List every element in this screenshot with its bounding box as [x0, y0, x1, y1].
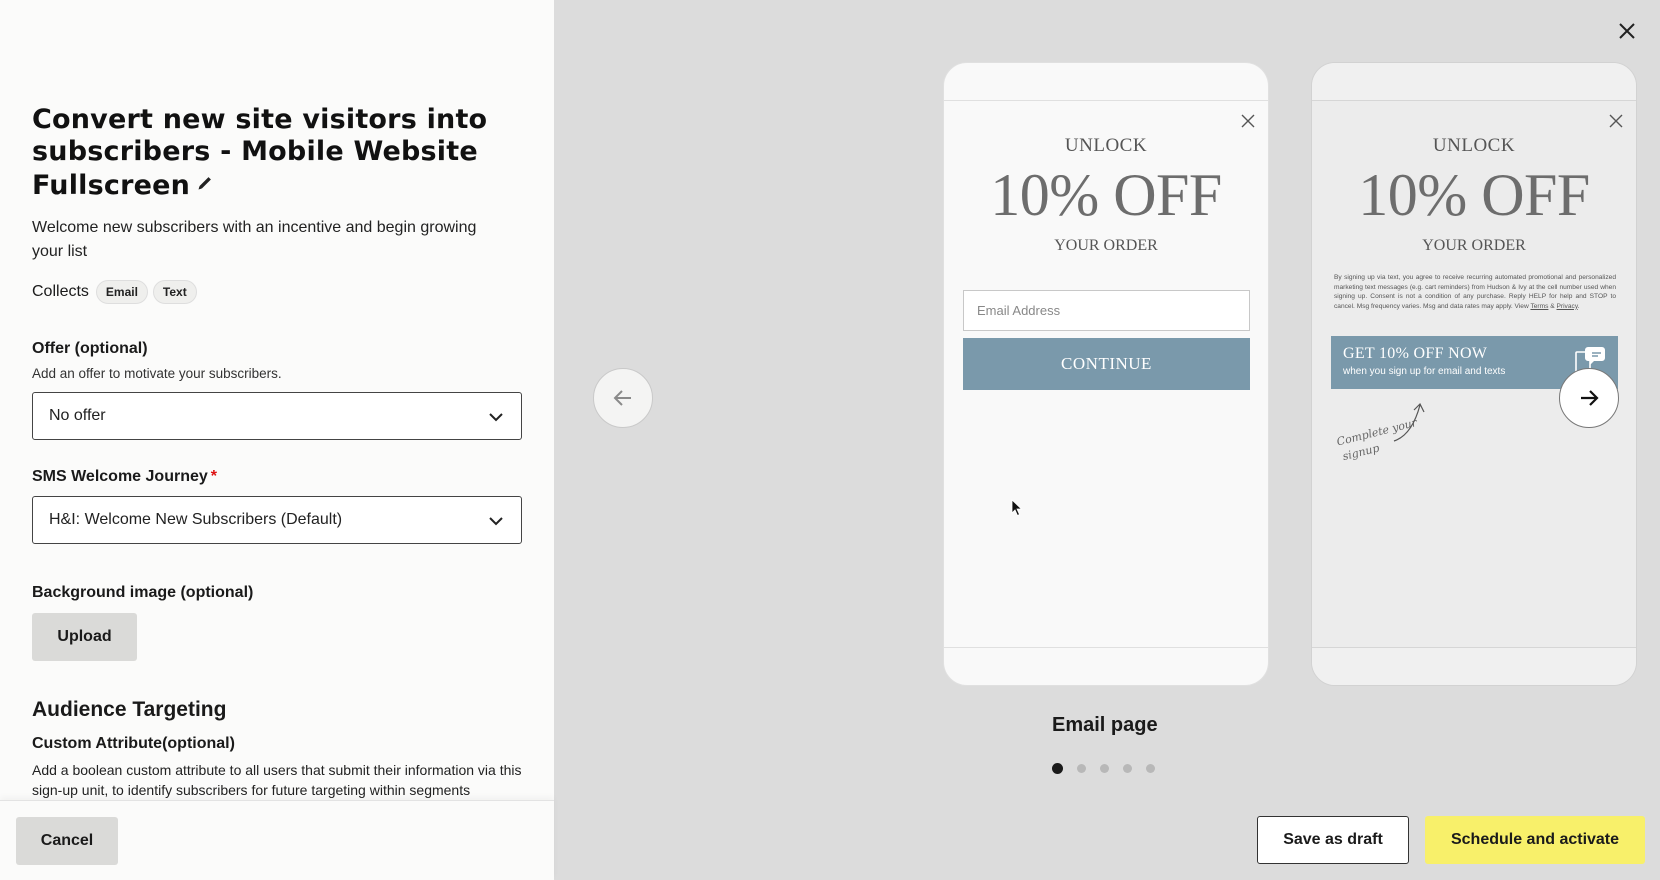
- page-dot-3[interactable]: [1100, 764, 1109, 773]
- legal-amp: &: [1550, 302, 1555, 310]
- journey-select-value: H&I: Welcome New Subscribers (Default): [49, 511, 343, 528]
- offer-headline: 10% OFF: [1358, 162, 1590, 228]
- phone-bottom-bar: [944, 647, 1268, 685]
- schedule-and-activate-button[interactable]: Schedule and activate: [1425, 816, 1645, 864]
- journey-label: SMS Welcome Journey *: [32, 468, 217, 486]
- offer-help-text: Add an offer to motivate your subscriber…: [32, 366, 282, 381]
- settings-scroll-area[interactable]: Convert new site visitors into subscribe…: [0, 0, 554, 800]
- email-address-input: Email Address: [963, 290, 1250, 331]
- required-mark: *: [210, 468, 217, 485]
- arrow-right-icon: [1581, 390, 1599, 406]
- settings-panel: Convert new site visitors into subscribe…: [0, 0, 554, 880]
- previous-page-button[interactable]: [593, 368, 653, 428]
- close-icon[interactable]: [1614, 18, 1640, 44]
- your-order-text: YOUR ORDER: [1054, 237, 1158, 254]
- upload-button[interactable]: Upload: [32, 613, 137, 661]
- popup-close-icon: [1241, 114, 1255, 128]
- popup-close-icon: [1609, 114, 1623, 128]
- mouse-cursor-icon: [1011, 499, 1023, 517]
- arrow-left-icon: [613, 390, 631, 406]
- phone-top-bar: [1312, 63, 1636, 101]
- page-description: Welcome new subscribers with an incentiv…: [32, 219, 477, 260]
- phone-top-bar: [944, 63, 1268, 101]
- journey-label-text: SMS Welcome Journey: [32, 468, 208, 485]
- collects-row: Collects Email Text: [32, 280, 197, 304]
- email-page-preview: UNLOCK 10% OFF YOUR ORDER Email Address …: [943, 62, 1269, 686]
- get-offer-line1: GET 10% OFF NOW: [1343, 345, 1488, 362]
- unlock-text: UNLOCK: [1064, 135, 1148, 156]
- privacy-link: Privacy: [1556, 302, 1578, 310]
- edit-pencil-icon[interactable]: [196, 168, 214, 190]
- complete-signup-handwriting: Complete your signup: [1335, 402, 1425, 461]
- collects-label: Collects: [32, 283, 89, 300]
- next-page-button[interactable]: [1559, 368, 1619, 428]
- chip-email: Email: [95, 280, 148, 304]
- sms-legal-text: By signing up via text, you agree to rec…: [1334, 274, 1616, 310]
- chevron-down-icon: [489, 413, 503, 422]
- custom-attribute-description: Add a boolean custom attribute to all us…: [32, 762, 522, 798]
- offer-label: Offer (optional): [32, 340, 148, 357]
- chip-text: Text: [152, 280, 197, 304]
- page-dot-2[interactable]: [1077, 764, 1086, 773]
- page-title-text: Convert new site visitors into subscribe…: [32, 104, 488, 201]
- page-dot-5[interactable]: [1146, 764, 1155, 773]
- journey-select[interactable]: H&I: Welcome New Subscribers (Default): [32, 496, 522, 544]
- chevron-down-icon: [489, 517, 503, 526]
- phone-bottom-bar: [1312, 647, 1636, 685]
- terms-link: Terms: [1530, 302, 1549, 310]
- background-image-label: Background image (optional): [32, 584, 254, 601]
- page-indicator-dots: [1052, 763, 1155, 774]
- panel-footer: Cancel: [0, 800, 554, 880]
- unlock-text: UNLOCK: [1432, 135, 1516, 156]
- page-title: Convert new site visitors into subscribe…: [32, 104, 502, 202]
- your-order-text: YOUR ORDER: [1422, 237, 1526, 254]
- page-dot-1[interactable]: [1052, 763, 1063, 774]
- offer-headline: 10% OFF: [990, 162, 1222, 228]
- custom-attribute-label: Custom Attribute(optional): [32, 735, 235, 752]
- page-dot-4[interactable]: [1123, 764, 1132, 773]
- audience-targeting-heading: Audience Targeting: [32, 698, 227, 721]
- get-offer-line2: when you sign up for email and texts: [1343, 366, 1506, 377]
- preview-page-label: Email page: [1052, 714, 1158, 736]
- cancel-button[interactable]: Cancel: [16, 817, 118, 865]
- offer-select-value: No offer: [49, 407, 106, 424]
- continue-button: CONTINUE: [963, 338, 1250, 390]
- save-as-draft-button[interactable]: Save as draft: [1257, 816, 1409, 864]
- offer-select[interactable]: No offer: [32, 392, 522, 440]
